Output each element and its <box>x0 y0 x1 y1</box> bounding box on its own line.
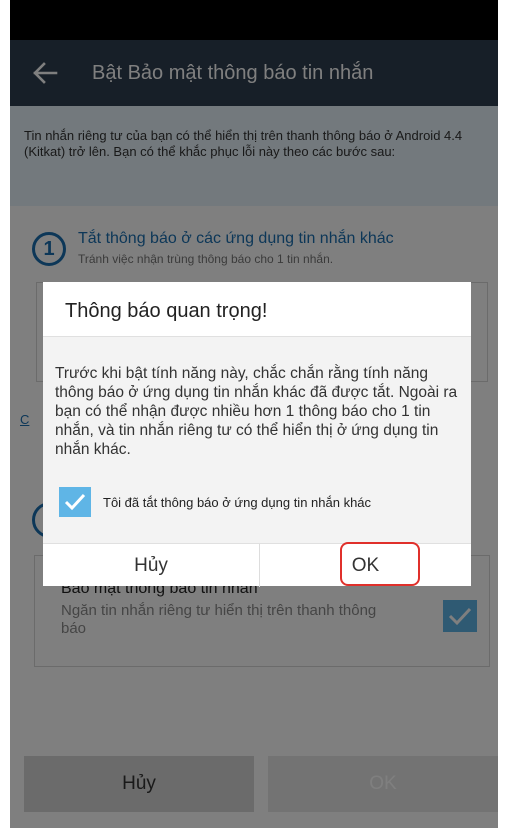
check-icon <box>64 493 86 511</box>
frame-right <box>498 0 508 828</box>
dialog-ok-button[interactable]: OK <box>260 544 471 587</box>
important-notice-dialog: Thông báo quan trọng! Trước khi bật tính… <box>43 282 471 587</box>
dialog-checkbox-label[interactable]: Tôi đã tắt thông báo ở ứng dụng tin nhắn… <box>103 495 371 510</box>
phone-screen: Bật Bảo mật thông báo tin nhắn Tin nhắn … <box>10 0 498 828</box>
dialog-title: Thông báo quan trọng! <box>65 300 268 322</box>
dialog-checkbox[interactable] <box>59 487 91 517</box>
dialog-body: Trước khi bật tính năng này, chắc chắn r… <box>43 337 471 543</box>
dialog-buttons: Hủy OK <box>43 542 471 587</box>
frame-left <box>0 0 10 828</box>
dialog-message: Trước khi bật tính năng này, chắc chắn r… <box>55 365 458 458</box>
dialog-cancel-button[interactable]: Hủy <box>43 544 259 587</box>
